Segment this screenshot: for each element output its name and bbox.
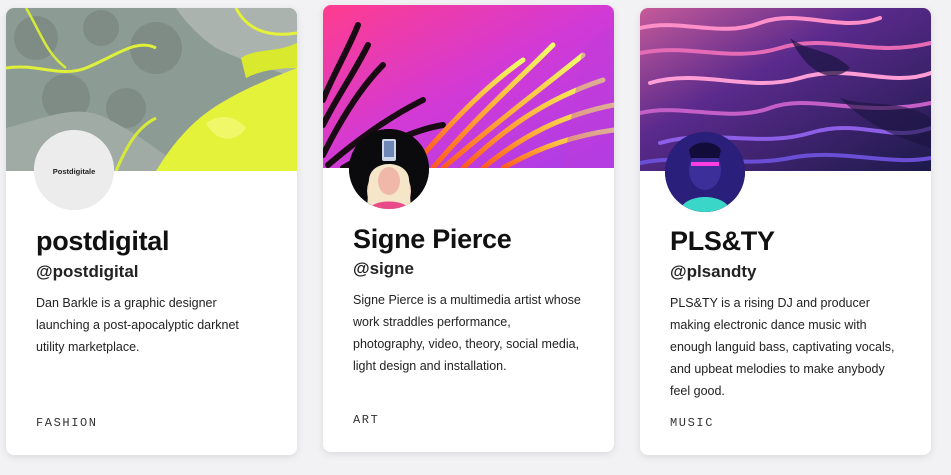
- profile-bio: Signe Pierce is a multimedia artist whos…: [353, 293, 581, 373]
- avatar-plsandty[interactable]: [665, 132, 745, 212]
- profile-card-postdigital[interactable]: Postdigitale postdigital @postdigital Da…: [6, 8, 297, 455]
- category-tag[interactable]: MUSIC: [670, 416, 714, 430]
- category-tag[interactable]: FASHION: [36, 416, 98, 430]
- profile-handle: @plsandty: [670, 262, 757, 281]
- avatar-logo-text: Postdigitale: [53, 167, 96, 176]
- profile-name: postdigital: [36, 226, 170, 256]
- profile-name: Signe Pierce: [353, 224, 512, 254]
- avatar-signe[interactable]: [349, 129, 429, 209]
- category-tag[interactable]: ART: [353, 413, 379, 427]
- profile-bio: PLS&TY is a rising DJ and producer makin…: [670, 296, 895, 398]
- avatar-postdigital[interactable]: Postdigitale: [34, 130, 114, 210]
- profile-card-plsandty[interactable]: PLS&TY @plsandty PLS&TY is a rising DJ a…: [640, 8, 931, 455]
- profile-bio: Dan Barkle is a graphic designer launchi…: [36, 296, 239, 354]
- profile-card-signe[interactable]: Signe Pierce @signe Signe Pierce is a mu…: [323, 5, 614, 452]
- profile-name: PLS&TY: [670, 226, 775, 256]
- profile-handle: @postdigital: [36, 262, 139, 281]
- profile-handle: @signe: [353, 259, 414, 278]
